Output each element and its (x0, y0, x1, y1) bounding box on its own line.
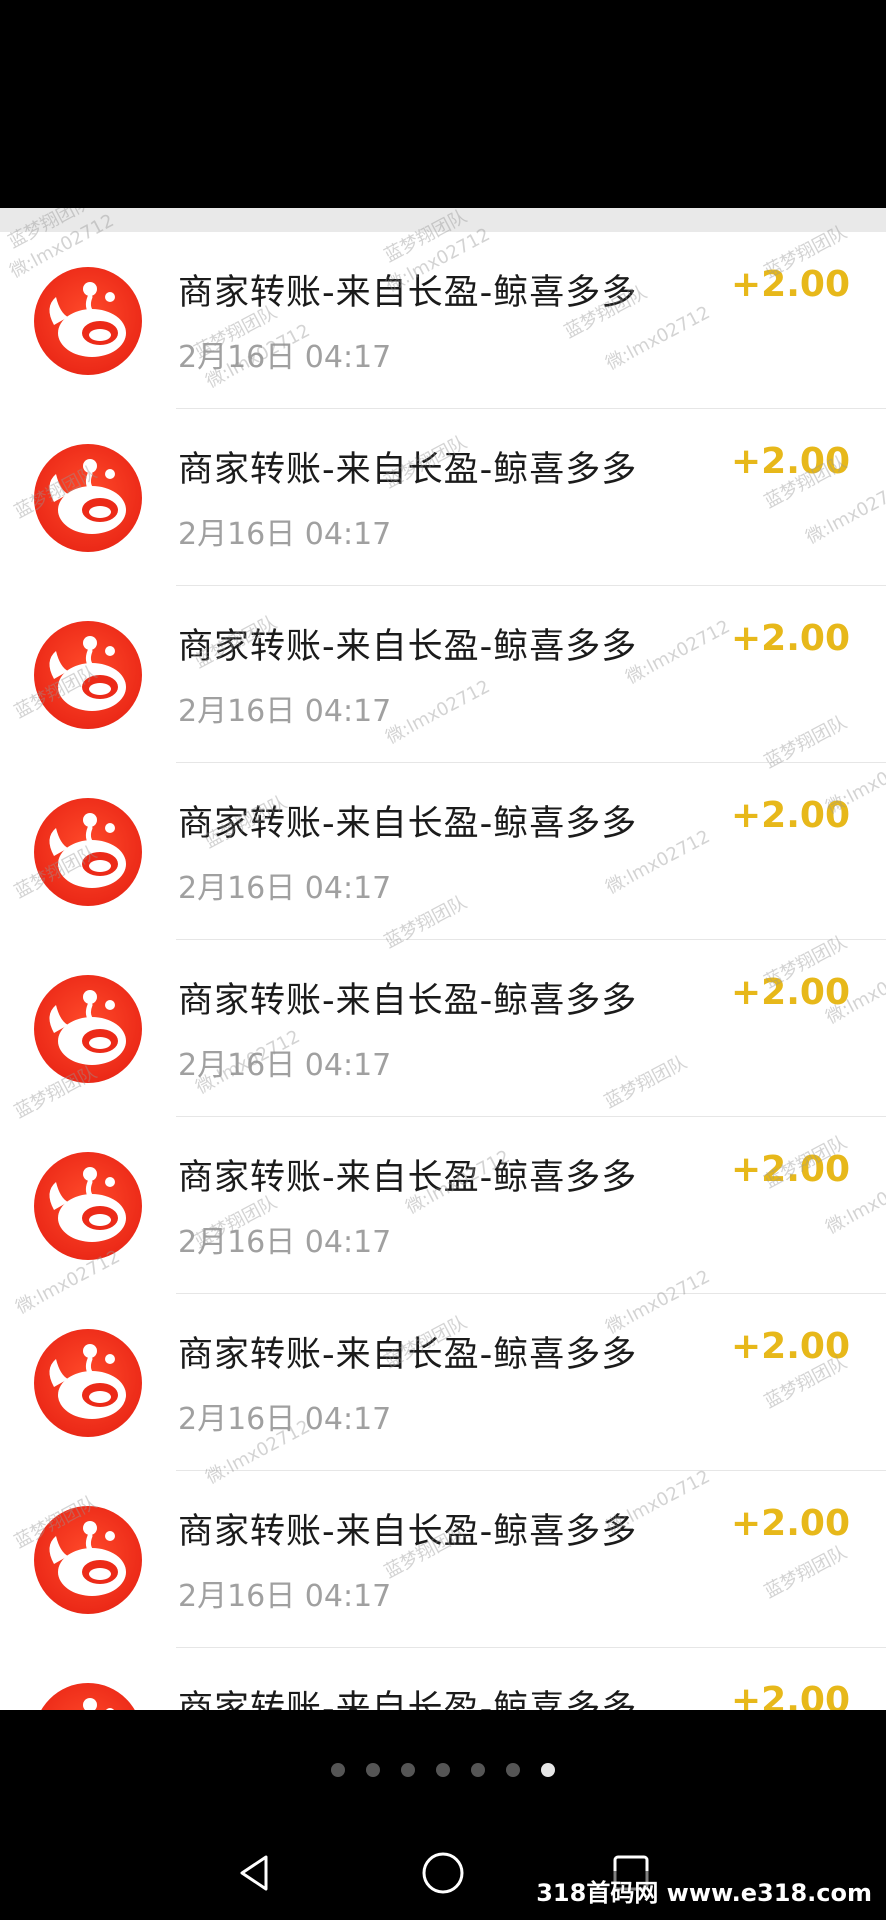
page-indicator (0, 1755, 886, 1785)
transaction-amount: +2.00 (731, 795, 850, 836)
transaction-amount: +2.00 (731, 441, 850, 482)
transaction-row[interactable]: 商家转账-来自长盈-鲸喜多多 2月16日 04:17 +2.00 (0, 763, 886, 940)
whale-logo-icon (49, 1167, 126, 1242)
page-dot (541, 1763, 555, 1777)
merchant-logo-avatar (34, 1506, 142, 1614)
transaction-title: 商家转账-来自长盈-鲸喜多多 (178, 1512, 638, 1552)
transaction-row[interactable]: 商家转账-来自长盈-鲸喜多多 2月16日 04:17 +2.00 (0, 409, 886, 586)
transaction-list: 商家转账-来自长盈-鲸喜多多 2月16日 04:17 +2.00 商家转账-来自长盈-… (0, 232, 886, 1710)
transaction-title: 商家转账-来自长盈-鲸喜多多 (178, 1689, 638, 1710)
transaction-amount: +2.00 (731, 618, 850, 659)
whale-logo-icon (49, 990, 126, 1065)
whale-logo-icon (49, 813, 126, 888)
transaction-time: 2月16日 04:17 (178, 1048, 392, 1083)
transaction-amount: +2.00 (731, 1326, 850, 1367)
transaction-row[interactable]: 商家转账-来自长盈-鲸喜多多 2月16日 04:17 +2.00 (0, 940, 886, 1117)
whale-logo-icon (49, 1521, 126, 1596)
merchant-logo-avatar (34, 267, 142, 375)
transaction-amount: +2.00 (731, 972, 850, 1013)
transaction-title: 商家转账-来自长盈-鲸喜多多 (178, 627, 638, 667)
transaction-time: 2月16日 04:17 (178, 517, 392, 552)
transaction-time: 2月16日 04:17 (178, 871, 392, 906)
transaction-row[interactable]: 商家转账-来自长盈-鲸喜多多 2月16日 04:17 +2.00 (0, 232, 886, 409)
page-dot (401, 1763, 415, 1777)
transaction-title: 商家转账-来自长盈-鲸喜多多 (178, 450, 638, 490)
transaction-time: 2月16日 04:17 (178, 1402, 392, 1437)
page-dot (471, 1763, 485, 1777)
triangle-back-icon (240, 1855, 268, 1891)
back-button[interactable] (224, 1843, 284, 1903)
transaction-time: 2月16日 04:17 (178, 1225, 392, 1260)
transaction-row[interactable]: 商家转账-来自长盈-鲸喜多多 2月16日 04:17 +2.00 (0, 1294, 886, 1471)
page-dot (331, 1763, 345, 1777)
transaction-row[interactable]: 商家转账-来自长盈-鲸喜多多 2月16日 04:17 +2.00 (0, 586, 886, 763)
home-button[interactable] (413, 1843, 473, 1903)
transaction-screen: 商家转账-来自长盈-鲸喜多多 2月16日 04:17 +2.00 商家转账-来自长盈-… (0, 208, 886, 1710)
whale-logo-icon (49, 459, 126, 534)
transaction-amount: +2.00 (731, 264, 850, 305)
top-black-area (0, 0, 886, 208)
whale-logo-icon (83, 1698, 114, 1710)
transaction-title: 商家转账-来自长盈-鲸喜多多 (178, 1158, 638, 1198)
transaction-title: 商家转账-来自长盈-鲸喜多多 (178, 1335, 638, 1375)
whale-logo-icon (49, 282, 126, 357)
transaction-amount: +2.00 (731, 1680, 850, 1710)
merchant-logo-avatar (34, 444, 142, 552)
transaction-amount: +2.00 (731, 1149, 850, 1190)
merchant-logo-avatar (34, 1683, 142, 1710)
transaction-time: 2月16日 04:17 (178, 340, 392, 375)
header-strip (0, 208, 886, 232)
transaction-row[interactable]: 商家转账-来自长盈-鲸喜多多 2月16日 04:17 +2.00 (0, 1471, 886, 1648)
merchant-logo-avatar (34, 1329, 142, 1437)
transaction-row[interactable]: 商家转账-来自长盈-鲸喜多多 2月16日 04:17 +2.00 (0, 1117, 886, 1294)
merchant-logo-avatar (34, 1152, 142, 1260)
whale-logo-icon (49, 636, 126, 711)
merchant-logo-avatar (34, 621, 142, 729)
page-dot (436, 1763, 450, 1777)
circle-home-icon (422, 1852, 464, 1894)
transaction-time: 2月16日 04:17 (178, 694, 392, 729)
transaction-amount: +2.00 (731, 1503, 850, 1544)
whale-logo-icon (49, 1344, 126, 1419)
transaction-title: 商家转账-来自长盈-鲸喜多多 (178, 804, 638, 844)
page-dot (366, 1763, 380, 1777)
page-dot (506, 1763, 520, 1777)
merchant-logo-avatar (34, 798, 142, 906)
merchant-logo-avatar (34, 975, 142, 1083)
corner-watermark: 318首码网 www.e318.com (530, 1871, 878, 1910)
transaction-title: 商家转账-来自长盈-鲸喜多多 (178, 981, 638, 1021)
transaction-row[interactable]: 商家转账-来自长盈-鲸喜多多 +2.00 (0, 1648, 886, 1710)
transaction-title: 商家转账-来自长盈-鲸喜多多 (178, 273, 638, 313)
transaction-time: 2月16日 04:17 (178, 1579, 392, 1614)
